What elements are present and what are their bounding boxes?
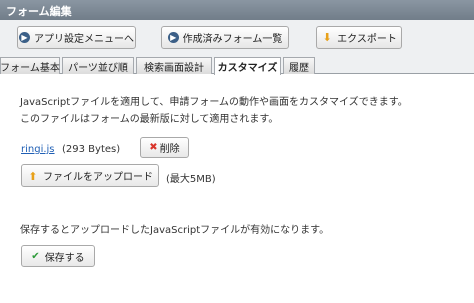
tab-bar: フォーム基本 パーツ並び順 検索画面設計 カスタマイズ 履歴 <box>0 56 474 75</box>
file-size: (293 Bytes) <box>62 144 121 155</box>
check-icon: ✔ <box>31 250 40 262</box>
delete-file-button[interactable]: ✖ 削除 <box>140 137 189 158</box>
arrow-right-circle-icon: ▶ <box>19 32 30 43</box>
created-forms-list-label: 作成済みフォーム一覧 <box>182 34 283 45</box>
upload-label: ファイルをアップロード <box>43 172 153 183</box>
save-button[interactable]: ✔ 保存する <box>21 245 95 267</box>
back-to-app-settings-button[interactable]: ▶ アプリ設定メニューへ <box>17 26 136 49</box>
delete-label: 削除 <box>159 144 180 155</box>
back-to-app-settings-label: アプリ設定メニューへ <box>34 34 134 45</box>
tab-form-basic[interactable]: フォーム基本 <box>0 57 60 74</box>
window-title: フォーム編集 <box>0 0 474 20</box>
tab-parts-order[interactable]: パーツ並び順 <box>62 57 134 74</box>
tab-history[interactable]: 履歴 <box>283 57 315 74</box>
tab-customize[interactable]: カスタマイズ <box>214 57 281 75</box>
upload-icon: ⬇ <box>28 169 38 182</box>
customize-description: JavaScriptファイルを適用して、申請フォームの動作や画面をカスタマイズで… <box>20 94 408 128</box>
tab-search-screen-design[interactable]: 検索画面設計 <box>136 57 212 74</box>
uploaded-file-link[interactable]: ringi.js <box>21 144 55 155</box>
upload-file-button[interactable]: ⬇ ファイルをアップロード <box>21 164 159 187</box>
description-line-1: JavaScriptファイルを適用して、申請フォームの動作や画面をカスタマイズで… <box>20 97 408 108</box>
export-button[interactable]: ⬇ エクスポート <box>316 26 402 49</box>
created-forms-list-button[interactable]: ▶ 作成済みフォーム一覧 <box>161 26 289 49</box>
max-file-size-note: (最大5MB) <box>166 174 216 185</box>
save-label: 保存する <box>44 252 85 264</box>
close-icon: ✖ <box>149 142 158 153</box>
download-icon: ⬇ <box>322 31 332 44</box>
customize-panel: JavaScriptファイルを適用して、申請フォームの動作や画面をカスタマイズで… <box>0 74 474 303</box>
export-label: エクスポート <box>337 34 397 45</box>
toolbar: ▶ アプリ設定メニューへ ▶ 作成済みフォーム一覧 ⬇ エクスポート <box>0 20 474 56</box>
save-note: 保存するとアップロードしたJavaScriptファイルが有効になります。 <box>20 225 330 236</box>
description-line-2: このファイルはフォームの最新版に対して適用されます。 <box>20 114 279 125</box>
arrow-right-circle-icon: ▶ <box>167 32 179 43</box>
